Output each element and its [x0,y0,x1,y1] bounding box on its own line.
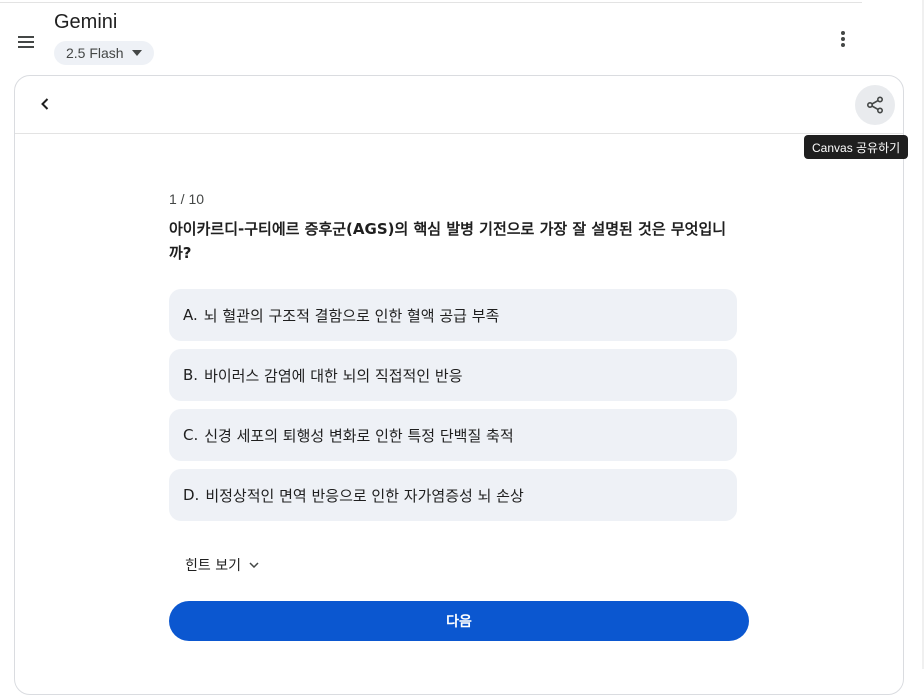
quiz-card: 1 / 10 아이카르디-구티에르 증후군(AGS)의 핵심 발병 기전으로 가… [169,190,749,641]
answer-options: A. 뇌 혈관의 구조적 결함으로 인한 혈액 공급 부족 B. 바이러스 감염… [169,289,737,529]
quiz-progress: 1 / 10 [169,191,205,207]
quiz-question: 아이카르디-구티에르 증후군(AGS)의 핵심 발병 기전으로 가장 잘 설명된… [169,220,727,262]
option-text: 비정상적인 면역 반응으로 인한 자가염증성 뇌 손상 [205,486,524,505]
back-button[interactable] [31,90,59,118]
option-text: 신경 세포의 퇴행성 변화로 인한 특정 단백질 축적 [204,426,514,445]
chevron-down-icon [249,562,259,568]
share-tooltip: Canvas 공유하기 [804,135,909,159]
more-options-button[interactable] [830,26,856,52]
menu-button[interactable] [12,28,40,56]
share-button[interactable] [855,85,895,125]
answer-option-d[interactable]: D. 비정상적인 면역 반응으로 인한 자가염증성 뇌 손상 [169,469,737,521]
hint-label: 힌트 보기 [185,558,241,574]
share-icon [866,96,884,114]
option-letter: A. [183,306,198,324]
chevron-left-icon [41,98,49,110]
app-title: Gemini [54,11,118,33]
option-text: 뇌 혈관의 구조적 결함으로 인한 혈액 공급 부족 [203,306,500,325]
option-text: 바이러스 감염에 대한 뇌의 직접적인 반응 [204,366,463,385]
answer-option-a[interactable]: A. 뇌 혈관의 구조적 결함으로 인한 혈액 공급 부족 [169,289,737,341]
more-vert-icon [841,31,845,47]
caret-down-icon [131,50,142,56]
answer-option-b[interactable]: B. 바이러스 감염에 대한 뇌의 직접적인 반응 [169,349,737,401]
menu-icon [18,36,34,48]
canvas-toolbar [15,76,903,134]
next-button[interactable]: 다음 [169,601,749,641]
option-letter: D. [183,486,200,504]
app-header: Gemini 2.5 Flash [0,0,924,72]
option-letter: B. [183,366,199,384]
model-selector[interactable]: 2.5 Flash [54,41,154,65]
answer-option-c[interactable]: C. 신경 세포의 퇴행성 변화로 인한 특정 단백질 축적 [169,409,737,461]
model-label: 2.5 Flash [66,45,124,61]
option-letter: C. [183,426,199,444]
show-hint-button[interactable]: 힌트 보기 [185,555,259,575]
